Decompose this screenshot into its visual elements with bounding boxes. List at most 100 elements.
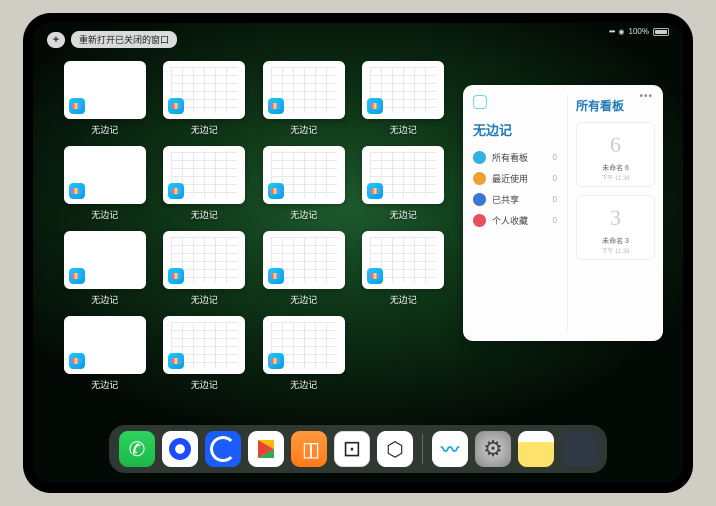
- notes-icon[interactable]: [518, 431, 554, 467]
- freeform-icon[interactable]: [432, 431, 468, 467]
- battery-icon: [653, 28, 669, 36]
- play-icon[interactable]: [248, 431, 284, 467]
- panel-right-column: 所有看板 6未命名 6下午 11:393未命名 3下午 11:38: [567, 95, 663, 331]
- settings-icon[interactable]: [475, 431, 511, 467]
- books-icon[interactable]: [291, 431, 327, 467]
- window-label: 无边记: [390, 208, 417, 221]
- freeform-badge-icon: [69, 183, 85, 199]
- sidebar-item-label: 个人收藏: [492, 214, 528, 227]
- panel-more-icon[interactable]: •••: [639, 91, 653, 102]
- window-thumb[interactable]: 无边记: [260, 146, 348, 221]
- sidebar-item-label: 所有看板: [492, 151, 528, 164]
- freeform-badge-icon: [168, 98, 184, 114]
- window-label: 无边记: [290, 378, 317, 391]
- stage-manager-controls: + 重新打开已关闭的窗口: [47, 31, 177, 48]
- cellular-icon: [609, 27, 614, 36]
- sidebar-item[interactable]: 个人收藏 0: [473, 210, 561, 231]
- window-preview: [64, 316, 146, 374]
- sidebar-item[interactable]: 最近使用 0: [473, 168, 561, 189]
- sidebar-item-count: 0: [553, 195, 561, 204]
- screen: 100% + 重新打开已关闭的窗口 无边记无边记无边记无边记无边记无边记无边记无…: [33, 23, 683, 483]
- window-label: 无边记: [191, 208, 218, 221]
- window-thumb[interactable]: 无边记: [161, 146, 249, 221]
- ipad-frame: 100% + 重新打开已关闭的窗口 无边记无边记无边记无边记无边记无边记无边记无…: [23, 13, 693, 493]
- freeform-badge-icon: [168, 268, 184, 284]
- window-preview: [263, 231, 345, 289]
- freeform-badge-icon: [168, 183, 184, 199]
- browser2-icon[interactable]: [205, 431, 241, 467]
- window-label: 无边记: [290, 123, 317, 136]
- app-library-icon[interactable]: [561, 431, 597, 467]
- window-thumb[interactable]: 无边记: [61, 316, 149, 391]
- window-label: 无边记: [91, 208, 118, 221]
- freeform-badge-icon: [69, 268, 85, 284]
- panel-left-column: 无边记 所有看板0 最近使用 0 已共享 0 个人收藏 0: [473, 95, 567, 331]
- window-thumb[interactable]: 无边记: [260, 231, 348, 306]
- freeform-badge-icon: [367, 268, 383, 284]
- wifi-icon: [618, 27, 624, 36]
- freeform-badge-icon: [367, 98, 383, 114]
- sidebar-item-label: 已共享: [492, 193, 519, 206]
- dock: [109, 425, 607, 473]
- add-window-button[interactable]: +: [47, 32, 65, 48]
- window-label: 无边记: [91, 378, 118, 391]
- freeform-badge-icon: [268, 183, 284, 199]
- sidebar-item-icon: [473, 151, 486, 164]
- window-thumb[interactable]: 无边记: [161, 61, 249, 136]
- sidebar-item-icon: [473, 214, 486, 227]
- window-thumb[interactable]: 无边记: [360, 231, 448, 306]
- window-thumb[interactable]: 无边记: [161, 316, 249, 391]
- window-thumb[interactable]: 无边记: [61, 231, 149, 306]
- window-label: 无边记: [191, 293, 218, 306]
- window-thumb[interactable]: 无边记: [260, 61, 348, 136]
- freeform-badge-icon: [268, 268, 284, 284]
- window-label: 无边记: [390, 293, 417, 306]
- wechat-icon[interactable]: [119, 431, 155, 467]
- freeform-badge-icon: [168, 353, 184, 369]
- board-name: 未命名 6: [581, 163, 650, 173]
- freeform-badge-icon: [367, 183, 383, 199]
- browser1-icon[interactable]: [162, 431, 198, 467]
- board-card[interactable]: 3未命名 3下午 11:38: [576, 195, 655, 260]
- window-preview: [263, 146, 345, 204]
- window-thumb[interactable]: 无边记: [161, 231, 249, 306]
- window-label: 无边记: [290, 208, 317, 221]
- window-preview: [163, 146, 245, 204]
- dice-icon[interactable]: [334, 431, 370, 467]
- window-preview: [163, 316, 245, 374]
- sidebar-item-count: 0: [553, 216, 561, 225]
- sidebar-item[interactable]: 已共享 0: [473, 189, 561, 210]
- panel-left-title: 无边记: [473, 120, 561, 139]
- window-label: 无边记: [290, 293, 317, 306]
- board-name: 未命名 3: [581, 236, 650, 246]
- sidebar-item-label: 最近使用: [492, 172, 528, 185]
- hex-icon[interactable]: [377, 431, 413, 467]
- window-thumb[interactable]: 无边记: [260, 316, 348, 391]
- window-thumb[interactable]: 无边记: [61, 61, 149, 136]
- sidebar-item[interactable]: 所有看板0: [473, 147, 561, 168]
- status-bar: 100%: [609, 27, 669, 36]
- reopen-closed-window-button[interactable]: 重新打开已关闭的窗口: [71, 31, 177, 48]
- window-thumb[interactable]: 无边记: [360, 146, 448, 221]
- board-time: 下午 11:39: [581, 173, 650, 182]
- window-thumb[interactable]: 无边记: [61, 146, 149, 221]
- sidebar-item-icon: [473, 193, 486, 206]
- sidebar-item-count: 0: [553, 174, 561, 183]
- freeform-sidebar-window[interactable]: ••• 无边记 所有看板0 最近使用 0 已共享 0 个人收藏 0 所有看板 6未命名 6下…: [463, 85, 663, 341]
- window-thumb[interactable]: 无边记: [360, 61, 448, 136]
- window-preview: [64, 61, 146, 119]
- freeform-app-icon: [473, 95, 487, 109]
- window-preview: [263, 316, 345, 374]
- freeform-badge-icon: [69, 98, 85, 114]
- board-card[interactable]: 6未命名 6下午 11:39: [576, 122, 655, 187]
- freeform-badge-icon: [268, 98, 284, 114]
- window-label: 无边记: [191, 123, 218, 136]
- battery-pct: 100%: [629, 27, 649, 36]
- window-preview: [163, 61, 245, 119]
- window-label: 无边记: [191, 378, 218, 391]
- window-preview: [362, 146, 444, 204]
- board-thumbnail: 3: [581, 200, 650, 236]
- window-preview: [64, 231, 146, 289]
- board-thumbnail: 6: [581, 127, 650, 163]
- window-preview: [362, 231, 444, 289]
